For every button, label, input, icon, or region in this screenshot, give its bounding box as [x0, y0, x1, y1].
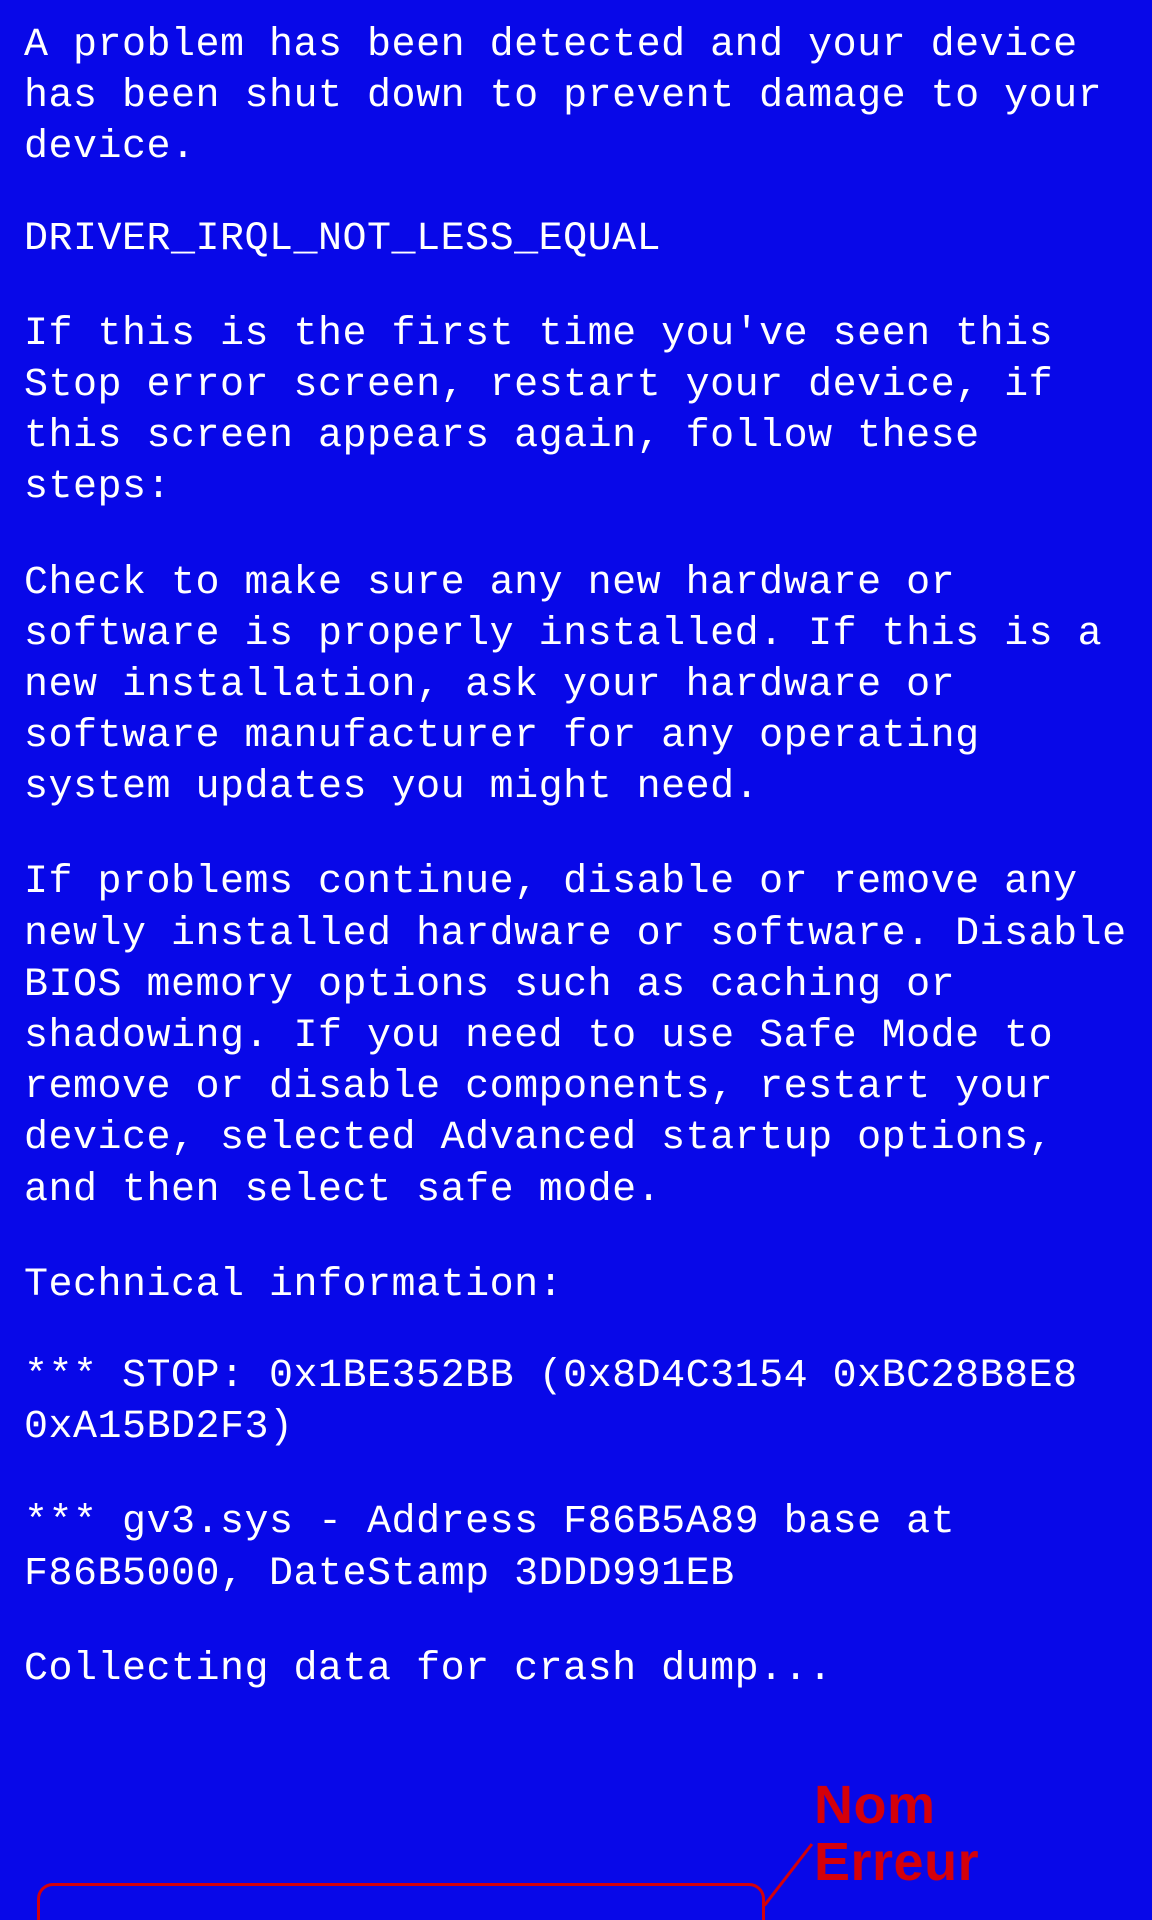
annotation-error-name-label-line2: Erreur [814, 1832, 979, 1892]
annotation-error-name-label: Nom Erreur [814, 1777, 979, 1890]
annotation-error-name-label-line1: Nom [814, 1775, 936, 1835]
bsod-driver-line: *** gv3.sys - Address F86B5A89 base at F… [24, 1497, 1128, 1599]
bsod-error-name: DRIVER_IRQL_NOT_LESS_EQUAL [24, 214, 1128, 265]
bsod-first-time-text: If this is the first time you've seen th… [24, 309, 1128, 514]
bsod-stop-line: *** STOP: 0x1BE352BB (0x8D4C3154 0xBC28B… [24, 1351, 1128, 1453]
annotation-error-name-box [37, 1883, 765, 1920]
bsod-intro-text: A problem has been detected and your dev… [24, 20, 1128, 174]
bsod-problems-continue-text: If problems continue, disable or remove … [24, 857, 1128, 1215]
bsod-check-hardware-text: Check to make sure any new hardware or s… [24, 558, 1128, 814]
bsod-collecting-text: Collecting data for crash dump... [24, 1644, 1128, 1695]
annotation-connector-line [764, 1840, 818, 1906]
bsod-technical-info-label: Technical information: [24, 1260, 1128, 1311]
